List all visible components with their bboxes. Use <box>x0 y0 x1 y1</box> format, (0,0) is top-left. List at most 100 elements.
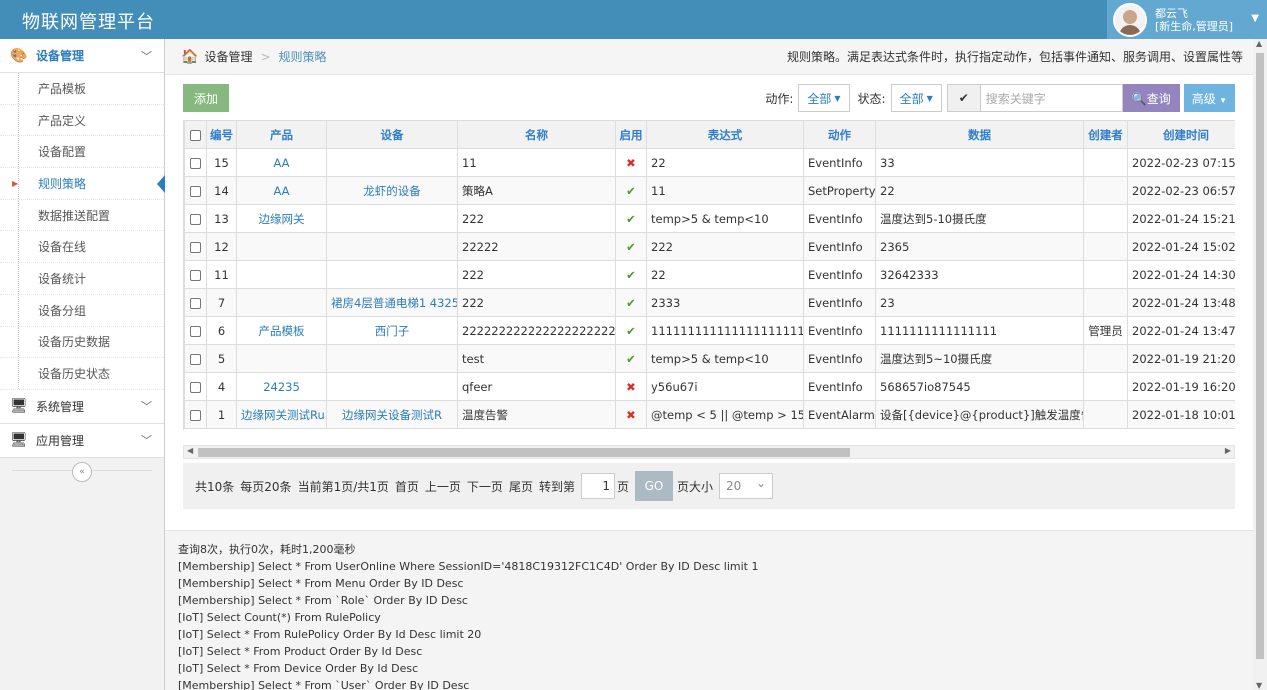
cell-name[interactable]: 2222222222222222222222 <box>457 316 616 345</box>
sidebar-item-device-history-data[interactable]: 设备历史数据 <box>0 326 164 359</box>
cell-created-time: 2022-01-19 16:20:22 <box>1127 372 1235 401</box>
column-header[interactable]: 数据 <box>875 120 1084 149</box>
column-header[interactable]: 编号 <box>206 120 237 149</box>
action-filter-select[interactable]: 全部 ▼ <box>798 84 850 112</box>
page-number-input[interactable]: 1 <box>580 473 615 499</box>
sidebar-group-app-management[interactable]: 🖥 应用管理 ﹀ <box>0 423 164 458</box>
scrollbar-thumb[interactable] <box>198 448 850 457</box>
arrow-down-icon[interactable]: ▼ <box>1256 681 1262 690</box>
arrow-left-icon[interactable]: ◀ <box>187 446 193 455</box>
sidebar-group-device-management[interactable]: 🎨 设备管理 ﹀ <box>0 39 164 73</box>
column-header[interactable]: 创建时间 <box>1127 120 1235 149</box>
cell-product[interactable] <box>236 260 327 289</box>
row-checkbox[interactable] <box>184 204 207 233</box>
cell-product[interactable]: 边缘网关测试Ru <box>236 400 327 429</box>
sidebar-item-device-stats[interactable]: 设备统计 <box>0 263 164 295</box>
check-icon[interactable]: ✔ <box>946 84 981 112</box>
status-filter-select[interactable]: 全部 ▼ <box>890 84 942 112</box>
page-size-label: 页大小 <box>676 479 713 494</box>
cell-name[interactable]: 222 <box>457 204 616 233</box>
cell-product[interactable]: AA <box>236 148 327 177</box>
row-checkbox[interactable] <box>184 232 207 261</box>
column-header[interactable]: 动作 <box>803 120 876 149</box>
sidebar-item-device-online[interactable]: 设备在线 <box>0 231 164 264</box>
column-header[interactable]: 名称 <box>457 120 616 149</box>
breadcrumb-current[interactable]: 规则策略 <box>279 48 327 65</box>
cell-product[interactable]: 产品模板 <box>236 316 327 345</box>
action-filter-value: 全部 <box>807 91 832 106</box>
row-checkbox[interactable] <box>184 148 207 177</box>
table-row: 4 24235 qfeer ✖ y56u67i EventInfo 568657io8754… <box>184 372 1235 401</box>
row-checkbox[interactable] <box>184 176 207 205</box>
query-button[interactable]: 🔍查询 <box>1122 84 1180 112</box>
column-header[interactable]: 产品 <box>236 120 327 149</box>
sidebar-group-system-management[interactable]: 🖥 系统管理 ﹀ <box>0 389 164 424</box>
cell-device[interactable] <box>326 372 458 401</box>
column-header[interactable]: 创建者 <box>1083 120 1128 149</box>
cell-device[interactable] <box>326 260 458 289</box>
sidebar-item-rule-policy[interactable]: ▶ 规则策略 <box>0 168 165 200</box>
horizontal-scrollbar[interactable]: ◀ ▶ <box>183 445 1235 459</box>
cell-name[interactable]: 222 <box>457 260 616 289</box>
sidebar-item-device-group[interactable]: 设备分组 <box>0 294 164 327</box>
row-checkbox[interactable] <box>184 344 207 373</box>
cell-name[interactable]: 222 <box>457 288 616 317</box>
pager-next[interactable]: 下一页 <box>467 478 503 495</box>
sidebar-item-device-config[interactable]: 设备配置 <box>0 136 164 169</box>
column-header[interactable]: 表达式 <box>646 120 804 149</box>
page-size-select[interactable]: 20 <box>719 471 773 499</box>
advanced-button[interactable]: 高级 ▼ <box>1183 84 1235 112</box>
pager-prev[interactable]: 上一页 <box>425 478 461 495</box>
sidebar-item-device-history-status[interactable]: 设备历史状态 <box>0 358 164 390</box>
cell-product[interactable]: 24235 <box>236 372 327 401</box>
sidebar-item-data-push-config[interactable]: 数据推送配置 <box>0 199 164 232</box>
cell-device[interactable] <box>326 344 458 373</box>
double-chevron-left-icon[interactable]: « <box>72 461 92 482</box>
pager-first[interactable]: 首页 <box>395 478 419 495</box>
column-header[interactable]: 设备 <box>326 120 458 149</box>
cell-name[interactable]: 策略A <box>457 176 616 205</box>
cell-device[interactable]: 西门子 <box>326 316 458 345</box>
scrollbar-thumb[interactable] <box>1256 53 1264 659</box>
row-checkbox[interactable] <box>184 372 207 401</box>
cell-product[interactable] <box>236 288 327 317</box>
vertical-scrollbar[interactable]: ▲ ▼ <box>1253 39 1267 690</box>
cell-device[interactable]: 裙房4层普通电梯1 4325 <box>326 288 458 317</box>
cell-product[interactable] <box>236 232 327 261</box>
breadcrumb-root[interactable]: 设备管理 <box>204 48 252 65</box>
row-checkbox[interactable] <box>184 288 207 317</box>
column-header[interactable]: 启用 <box>615 120 647 149</box>
cell-name[interactable]: test <box>457 344 616 373</box>
select-all-checkbox[interactable] <box>184 120 207 149</box>
app-title[interactable]: 物联网管理平台 <box>22 8 155 34</box>
arrow-right-icon[interactable]: ▶ <box>1225 446 1231 455</box>
sidebar-collapse: « <box>0 458 164 488</box>
row-checkbox[interactable] <box>184 260 207 289</box>
cell-device[interactable]: 边缘网关设备测试R <box>326 400 458 429</box>
home-icon[interactable]: 🏠 <box>181 49 198 65</box>
cell-product[interactable]: 边缘网关 <box>236 204 327 233</box>
go-button[interactable]: GO <box>634 471 673 501</box>
cell-name[interactable]: 11 <box>457 148 616 177</box>
sidebar-item-product-definition[interactable]: 产品定义 <box>0 104 164 137</box>
cell-name[interactable]: 22222 <box>457 232 616 261</box>
cell-data: 2365 <box>875 232 1084 261</box>
pager-last[interactable]: 尾页 <box>509 478 533 495</box>
pager-per-page: 每页20条 <box>240 479 292 494</box>
add-button[interactable]: 添加 <box>183 84 229 112</box>
sidebar-item-product-template[interactable]: 产品模板 <box>0 73 164 105</box>
cell-name[interactable]: qfeer <box>457 372 616 401</box>
arrow-up-icon[interactable]: ▲ <box>1256 39 1262 48</box>
row-checkbox[interactable] <box>184 400 207 429</box>
cell-name[interactable]: 温度告警 <box>457 400 616 429</box>
user-menu[interactable]: 都云飞 [新生命,管理员] ▼ <box>1107 0 1267 39</box>
cell-device[interactable] <box>326 232 458 261</box>
cell-device[interactable] <box>326 148 458 177</box>
cell-expression: 22 <box>646 148 804 177</box>
cell-product[interactable]: AA <box>236 176 327 205</box>
search-input[interactable]: 搜索关键字 <box>980 84 1123 112</box>
row-checkbox[interactable] <box>184 316 207 345</box>
cell-product[interactable] <box>236 344 327 373</box>
cell-device[interactable] <box>326 204 458 233</box>
cell-device[interactable]: 龙虾的设备 <box>326 176 458 205</box>
